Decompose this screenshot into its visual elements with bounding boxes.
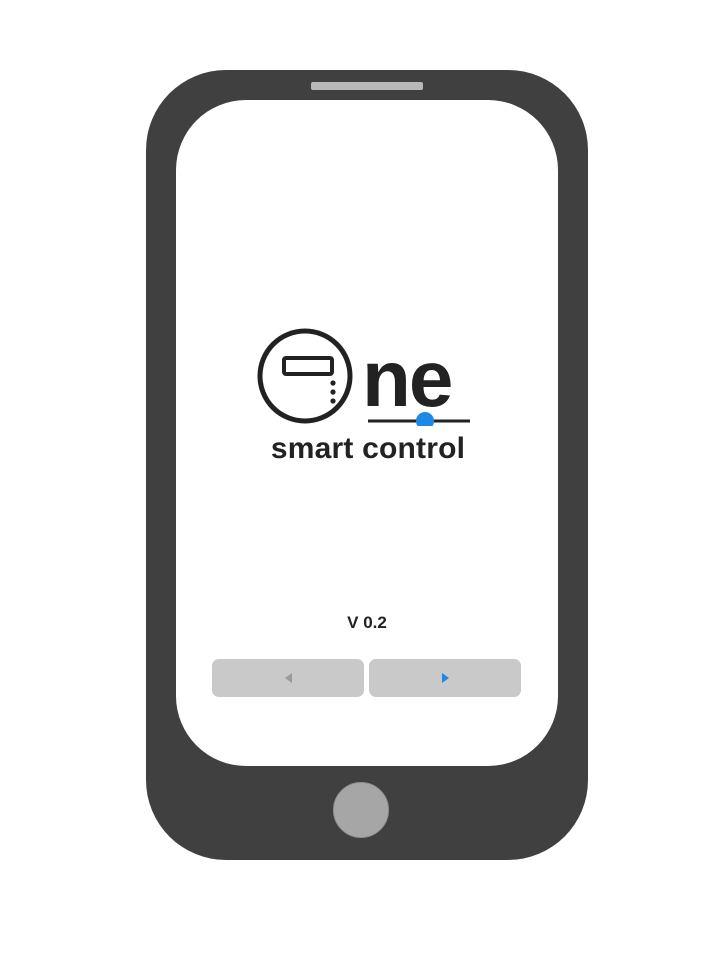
- logo-dot: [330, 389, 336, 395]
- logo-dot: [330, 380, 336, 386]
- home-button[interactable]: [333, 782, 389, 838]
- app-logo: ne smart control: [256, 326, 480, 471]
- app-tagline: smart control: [270, 432, 466, 465]
- previous-button[interactable]: [212, 659, 364, 697]
- one-logo-mark: ne: [257, 328, 470, 426]
- logo-display-icon: [282, 356, 334, 376]
- triangle-left-icon: [285, 673, 292, 683]
- triangle-right-icon: [442, 673, 449, 683]
- next-button[interactable]: [369, 659, 521, 697]
- phone-speaker: [311, 82, 423, 90]
- logo-dot: [330, 398, 336, 404]
- version-label: V 0.2: [347, 613, 387, 632]
- logo-ne-text: ne: [362, 334, 451, 423]
